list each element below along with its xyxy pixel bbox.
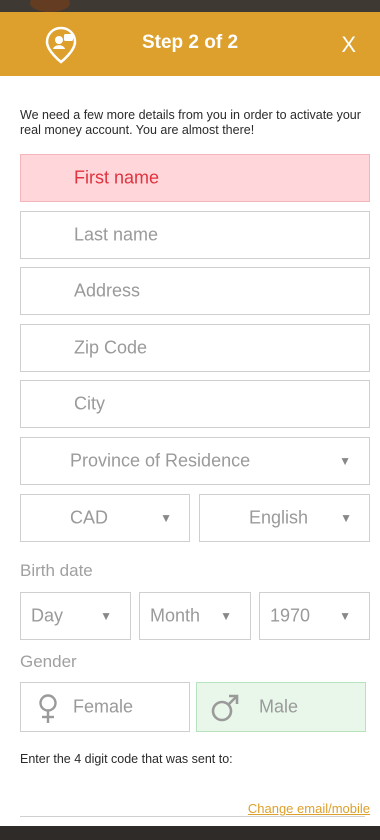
male-icon [211,694,239,722]
birth-year-value: 1970 [270,605,311,626]
code-input-area[interactable] [20,816,365,826]
currency-value: CAD [70,507,109,528]
background-avatar [30,0,70,12]
last-name-input[interactable]: Last name [20,211,370,259]
gender-label: Gender [20,652,77,671]
zip-code-input[interactable]: Zip Code [20,324,370,372]
birth-date-label: Birth date [20,561,93,580]
birth-day-select[interactable]: Day ▼ [20,592,131,640]
language-value: English [249,507,309,528]
birth-year-select[interactable]: 1970 ▼ [259,592,370,640]
step-title: Step 2 of 2 [141,32,239,53]
close-button[interactable]: X [341,32,356,58]
code-instruction: Enter the 4 digit code that was sent to: [20,752,233,766]
first-name-input[interactable]: First name [20,154,370,202]
city-input[interactable]: City [20,380,370,428]
gender-male-option[interactable]: Male [196,682,366,732]
chevron-down-icon: ▼ [160,511,172,525]
female-label: Female [73,696,134,717]
gender-female-option[interactable]: Female [20,682,190,732]
chevron-down-icon: ▼ [220,609,232,623]
chevron-down-icon: ▼ [100,609,112,623]
change-email-mobile-link[interactable]: Change email/mobile [248,801,370,816]
chevron-down-icon: ▼ [339,609,351,623]
male-label: Male [259,696,299,717]
currency-select[interactable]: CAD ▼ [20,494,190,542]
background-top-strip [0,0,380,12]
address-input[interactable]: Address [20,267,370,315]
last-name-placeholder: Last name [74,224,159,245]
birth-month-select[interactable]: Month ▼ [139,592,251,640]
chevron-down-icon: ▼ [340,511,352,525]
intro-text: We need a few more details from you in o… [20,108,361,137]
address-placeholder: Address [74,280,141,301]
female-icon [39,694,57,723]
province-value: Province of Residence [70,450,251,471]
registration-modal: Step 2 of 2 X We need a few more details… [0,12,380,826]
modal-header: Step 2 of 2 X [0,12,380,76]
first-name-placeholder: First name [74,167,160,188]
language-select[interactable]: English ▼ [199,494,370,542]
zip-code-placeholder: Zip Code [74,337,148,358]
city-placeholder: City [74,393,105,414]
birth-month-value: Month [150,605,201,626]
background-bottom-strip [0,826,380,840]
birth-day-value: Day [31,605,64,626]
chevron-down-icon: ▼ [339,454,351,468]
province-select[interactable]: Province of Residence ▼ [20,437,370,485]
